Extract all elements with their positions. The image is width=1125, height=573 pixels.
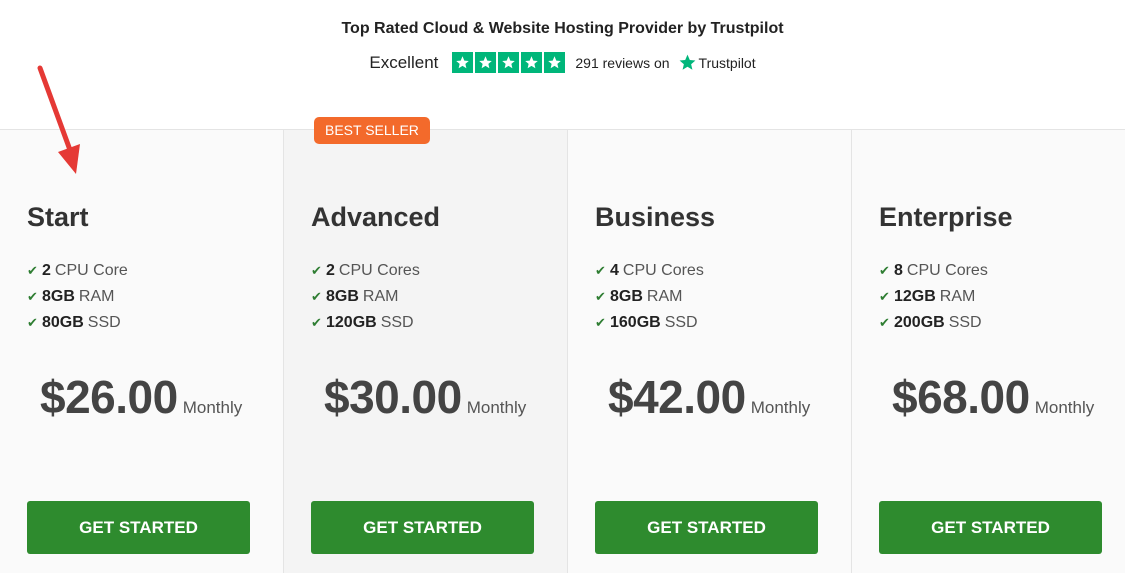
price: $30.00 xyxy=(324,371,462,423)
price: $68.00 xyxy=(892,371,1030,423)
feature-value: 4 xyxy=(610,262,619,279)
feature-label: SSD xyxy=(948,314,982,331)
feature-value: 120GB xyxy=(326,314,377,331)
feature-value: 160GB xyxy=(610,314,661,331)
plan-card-business: Business ✔ 4 CPU Cores ✔ 8GB RAM ✔ 160GB SSD $… xyxy=(568,130,852,573)
billing-period: Monthly xyxy=(750,398,811,417)
feature-item: ✔ 2 CPU Core xyxy=(27,258,128,284)
feature-label: CPU Cores xyxy=(338,262,420,279)
star-icon xyxy=(521,52,543,73)
plan-name: Business xyxy=(595,202,716,232)
check-icon: ✔ xyxy=(595,315,606,330)
price: $42.00 xyxy=(608,371,746,423)
get-started-button[interactable]: GET STARTED xyxy=(879,501,1102,554)
plan-name: Advanced xyxy=(311,202,441,232)
check-icon: ✔ xyxy=(311,289,322,304)
feature-item: ✔ 8GB RAM xyxy=(27,284,128,310)
price-block: $30.00 Monthly xyxy=(324,370,526,424)
price-block: $42.00 Monthly xyxy=(608,370,810,424)
get-started-button[interactable]: GET STARTED xyxy=(27,501,250,554)
feature-value: 8 xyxy=(894,262,903,279)
trustpilot-brand: Trustpilot xyxy=(698,54,756,71)
feature-label: RAM xyxy=(362,288,399,305)
feature-value: 200GB xyxy=(894,314,945,331)
feature-label: SSD xyxy=(380,314,414,331)
feature-value: 2 xyxy=(326,262,335,279)
check-icon: ✔ xyxy=(595,289,606,304)
feature-value: 12GB xyxy=(894,288,936,305)
feature-label: RAM xyxy=(646,288,683,305)
feature-item: ✔ 8GB RAM xyxy=(311,284,420,310)
feature-value: 8GB xyxy=(42,288,75,305)
annotation-arrow-icon xyxy=(37,65,80,174)
check-icon: ✔ xyxy=(311,315,322,330)
feature-item: ✔ 12GB RAM xyxy=(879,284,988,310)
feature-value: 8GB xyxy=(610,288,643,305)
feature-label: CPU Cores xyxy=(622,262,704,279)
best-seller-badge: BEST SELLER xyxy=(314,117,430,144)
feature-item: ✔ 2 CPU Cores xyxy=(311,258,420,284)
star-icon xyxy=(544,52,566,73)
star-rating xyxy=(452,52,566,73)
plan-name: Start xyxy=(27,202,89,232)
feature-label: RAM xyxy=(78,288,115,305)
star-icon xyxy=(498,52,520,73)
feature-value: 8GB xyxy=(326,288,359,305)
billing-period: Monthly xyxy=(466,398,527,417)
feature-value: 2 xyxy=(42,262,51,279)
feature-label: CPU Cores xyxy=(906,262,988,279)
price-block: $26.00 Monthly xyxy=(40,370,242,424)
feature-label: CPU Core xyxy=(54,262,128,279)
trust-rating-row[interactable]: Excellent 291 reviews on Trustpilot xyxy=(0,52,1125,73)
trustpilot-banner: Top Rated Cloud & Website Hosting Provid… xyxy=(0,0,1125,130)
feature-value: 80GB xyxy=(42,314,84,331)
feature-list: ✔ 4 CPU Cores ✔ 8GB RAM ✔ 160GB SSD xyxy=(595,258,704,336)
plan-name: Enterprise xyxy=(879,202,1013,232)
feature-item: ✔ 4 CPU Cores xyxy=(595,258,704,284)
feature-label: SSD xyxy=(87,314,121,331)
check-icon: ✔ xyxy=(879,289,890,304)
feature-label: SSD xyxy=(664,314,698,331)
feature-label: RAM xyxy=(939,288,976,305)
feature-item: ✔ 200GB SSD xyxy=(879,310,988,336)
billing-period: Monthly xyxy=(182,398,243,417)
price-block: $68.00 Monthly xyxy=(892,370,1094,424)
feature-item: ✔ 160GB SSD xyxy=(595,310,704,336)
rating-word: Excellent xyxy=(369,52,439,72)
star-icon xyxy=(475,52,497,73)
trust-title: Top Rated Cloud & Website Hosting Provid… xyxy=(341,20,784,37)
check-icon: ✔ xyxy=(879,315,890,330)
feature-list: ✔ 2 CPU Core ✔ 8GB RAM ✔ 80GB SSD xyxy=(27,258,128,336)
feature-item: ✔ 120GB SSD xyxy=(311,310,420,336)
check-icon: ✔ xyxy=(879,263,890,278)
plan-card-start: Start ✔ 2 CPU Core ✔ 8GB RAM ✔ 80GB SSD $26.00… xyxy=(0,130,284,573)
trustpilot-logo[interactable]: Trustpilot xyxy=(678,53,756,72)
get-started-button[interactable]: GET STARTED xyxy=(595,501,818,554)
trustpilot-star-icon xyxy=(679,54,695,70)
feature-list: ✔ 2 CPU Cores ✔ 8GB RAM ✔ 120GB SSD xyxy=(311,258,420,336)
review-count: 291 reviews on xyxy=(575,54,670,71)
star-icon xyxy=(452,52,474,73)
feature-item: ✔ 80GB SSD xyxy=(27,310,128,336)
check-icon: ✔ xyxy=(595,263,606,278)
check-icon: ✔ xyxy=(27,263,38,278)
feature-item: ✔ 8 CPU Cores xyxy=(879,258,988,284)
check-icon: ✔ xyxy=(27,289,38,304)
plan-card-advanced: BEST SELLER Advanced ✔ 2 CPU Cores ✔ 8GB RAM… xyxy=(284,117,568,573)
feature-item: ✔ 8GB RAM xyxy=(595,284,704,310)
check-icon: ✔ xyxy=(311,263,322,278)
billing-period: Monthly xyxy=(1034,398,1095,417)
pricing-plans: Start ✔ 2 CPU Core ✔ 8GB RAM ✔ 80GB SSD $26.00… xyxy=(0,117,1125,573)
check-icon: ✔ xyxy=(27,315,38,330)
price: $26.00 xyxy=(40,371,178,423)
feature-list: ✔ 8 CPU Cores ✔ 12GB RAM ✔ 200GB SSD xyxy=(879,258,988,336)
get-started-button[interactable]: GET STARTED xyxy=(311,501,534,554)
plan-card-enterprise: Enterprise ✔ 8 CPU Cores ✔ 12GB RAM ✔ 200GB SS… xyxy=(852,130,1125,573)
